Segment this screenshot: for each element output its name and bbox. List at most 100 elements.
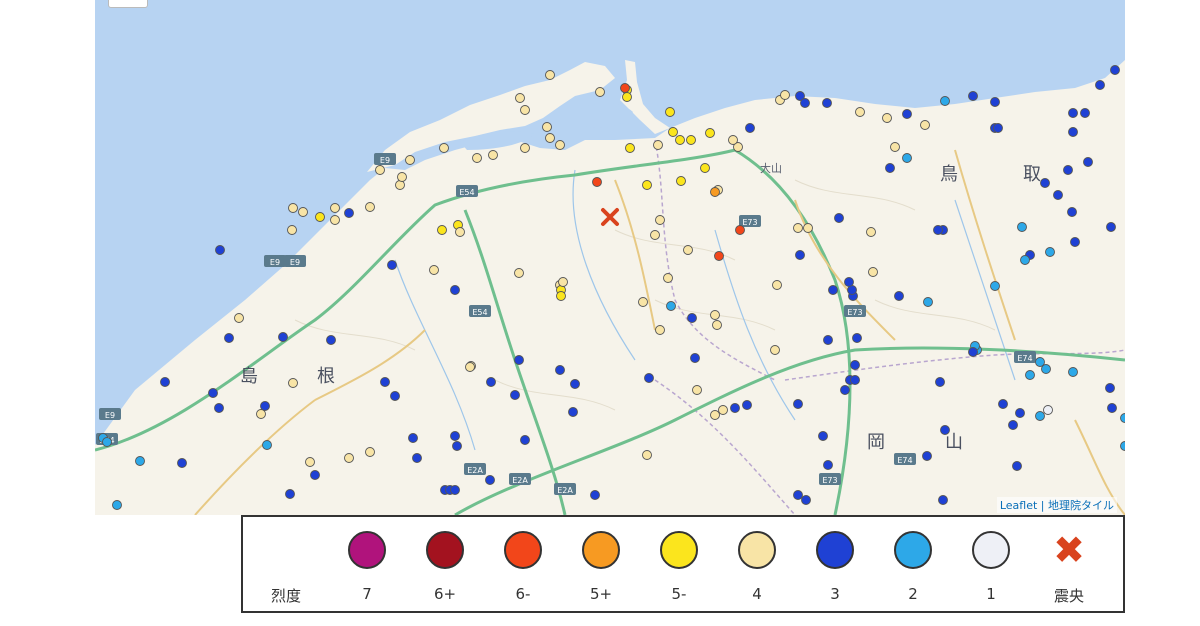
station-marker[interactable] [234, 313, 244, 323]
station-marker[interactable] [450, 485, 460, 495]
station-marker[interactable] [515, 93, 525, 103]
station-marker[interactable] [568, 407, 578, 417]
station-marker[interactable] [1017, 222, 1027, 232]
zoom-control[interactable] [108, 0, 148, 8]
station-marker[interactable] [793, 399, 803, 409]
station-marker[interactable] [214, 403, 224, 413]
station-marker[interactable] [866, 227, 876, 237]
station-marker[interactable] [922, 451, 932, 461]
station-marker[interactable] [770, 345, 780, 355]
station-marker[interactable] [933, 225, 943, 235]
station-marker[interactable] [1083, 157, 1093, 167]
station-marker[interactable] [714, 251, 724, 261]
station-marker[interactable] [486, 377, 496, 387]
station-marker[interactable] [687, 313, 697, 323]
station-marker[interactable] [542, 122, 552, 132]
station-marker[interactable] [818, 431, 828, 441]
station-marker[interactable] [365, 202, 375, 212]
station-marker[interactable] [595, 87, 605, 97]
gsi-tiles-link[interactable]: 地理院タイル [1048, 499, 1114, 512]
station-marker[interactable] [690, 353, 700, 363]
seismic-intensity-map[interactable]: 島 根 鳥 取 岡 山 大山 E9 E9 E54 E54 E73 E73 E73 E74 E74… [95, 0, 1125, 515]
station-marker[interactable] [510, 390, 520, 400]
station-marker[interactable] [520, 435, 530, 445]
station-marker[interactable] [705, 128, 715, 138]
station-marker[interactable] [390, 391, 400, 401]
station-marker[interactable] [1080, 108, 1090, 118]
station-marker[interactable] [650, 230, 660, 240]
station-marker[interactable] [801, 495, 811, 505]
station-marker[interactable] [935, 377, 945, 387]
station-marker[interactable] [638, 297, 648, 307]
station-marker[interactable] [1015, 408, 1025, 418]
station-marker[interactable] [882, 113, 892, 123]
station-marker[interactable] [387, 260, 397, 270]
station-marker[interactable] [102, 437, 112, 447]
station-marker[interactable] [375, 165, 385, 175]
station-marker[interactable] [315, 212, 325, 222]
station-marker[interactable] [1068, 108, 1078, 118]
station-marker[interactable] [285, 489, 295, 499]
station-marker[interactable] [644, 373, 654, 383]
station-marker[interactable] [330, 215, 340, 225]
station-marker[interactable] [793, 490, 803, 500]
station-marker[interactable] [310, 470, 320, 480]
station-marker[interactable] [850, 375, 860, 385]
station-marker[interactable] [894, 291, 904, 301]
station-marker[interactable] [485, 475, 495, 485]
station-marker[interactable] [1095, 80, 1105, 90]
station-marker[interactable] [938, 495, 948, 505]
station-marker[interactable] [520, 105, 530, 115]
station-marker[interactable] [855, 107, 865, 117]
station-marker[interactable] [800, 98, 810, 108]
station-marker[interactable] [745, 123, 755, 133]
station-marker[interactable] [700, 163, 710, 173]
station-marker[interactable] [622, 92, 632, 102]
station-marker[interactable] [655, 325, 665, 335]
station-marker[interactable] [298, 207, 308, 217]
station-marker[interactable] [344, 453, 354, 463]
station-marker[interactable] [710, 410, 720, 420]
station-marker[interactable] [429, 265, 439, 275]
station-marker[interactable] [514, 268, 524, 278]
station-marker[interactable] [718, 405, 728, 415]
station-marker[interactable] [344, 208, 354, 218]
station-marker[interactable] [968, 91, 978, 101]
station-marker[interactable] [642, 450, 652, 460]
station-marker[interactable] [780, 90, 790, 100]
station-marker[interactable] [1008, 420, 1018, 430]
station-marker[interactable] [683, 245, 693, 255]
station-marker[interactable] [923, 297, 933, 307]
station-marker[interactable] [998, 399, 1008, 409]
station-marker[interactable] [1025, 370, 1035, 380]
station-marker[interactable] [822, 98, 832, 108]
station-marker[interactable] [278, 332, 288, 342]
station-marker[interactable] [675, 135, 685, 145]
station-marker[interactable] [735, 225, 745, 235]
station-marker[interactable] [330, 203, 340, 213]
station-marker[interactable] [208, 388, 218, 398]
station-marker[interactable] [570, 379, 580, 389]
station-marker[interactable] [844, 277, 854, 287]
station-marker[interactable] [452, 441, 462, 451]
station-marker[interactable] [940, 96, 950, 106]
station-marker[interactable] [545, 70, 555, 80]
station-marker[interactable] [224, 333, 234, 343]
station-marker[interactable] [710, 310, 720, 320]
station-marker[interactable] [1067, 207, 1077, 217]
station-marker[interactable] [439, 143, 449, 153]
station-marker[interactable] [990, 97, 1000, 107]
station-marker[interactable] [742, 400, 752, 410]
station-marker[interactable] [177, 458, 187, 468]
station-marker[interactable] [397, 172, 407, 182]
station-marker[interactable] [655, 215, 665, 225]
station-marker[interactable] [455, 227, 465, 237]
station-marker[interactable] [990, 281, 1000, 291]
station-marker[interactable] [135, 456, 145, 466]
station-marker[interactable] [1063, 165, 1073, 175]
leaflet-link[interactable]: Leaflet [1000, 499, 1037, 512]
station-marker[interactable] [412, 453, 422, 463]
station-marker[interactable] [465, 362, 475, 372]
station-marker[interactable] [555, 365, 565, 375]
station-marker[interactable] [666, 301, 676, 311]
